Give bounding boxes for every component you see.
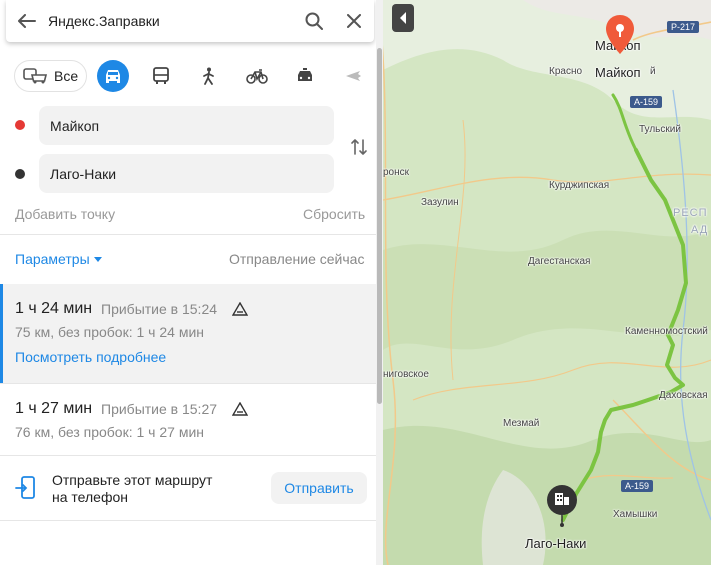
taxi-icon: [298, 68, 313, 81]
reset-link[interactable]: Сбросить: [303, 206, 365, 222]
mode-walk-button[interactable]: [193, 60, 225, 92]
mode-all-label: Все: [54, 68, 79, 84]
swap-icon: [351, 139, 367, 155]
search-icon: [305, 12, 323, 30]
map-label: Каменномостский: [625, 326, 708, 337]
mode-taxi-button[interactable]: [289, 60, 321, 92]
departure-time[interactable]: Отправление сейчас: [229, 251, 364, 267]
mode-bike-button[interactable]: [241, 60, 273, 92]
back-button[interactable]: [6, 14, 48, 28]
selected-indicator: [0, 284, 3, 383]
to-dot-icon: [15, 169, 25, 179]
mode-all-button[interactable]: Все: [14, 60, 88, 92]
waypoint-to: [15, 169, 25, 179]
bicycle-icon: [246, 69, 268, 84]
route-panel: Яндекс.Заправки Все Майкоп Лаго-Наки Доб…: [0, 0, 376, 565]
route-duration: 1 ч 24 мин: [15, 300, 93, 317]
road-shield: А-159: [630, 96, 663, 108]
send-text: Отправьте этот маршрут на телефон: [52, 472, 252, 506]
mode-bus-button[interactable]: [145, 60, 177, 92]
search-button[interactable]: [294, 12, 334, 30]
close-button[interactable]: [334, 14, 374, 28]
map-label: ронск: [383, 167, 410, 178]
map-label: Лаго-Наки: [525, 536, 587, 551]
start-pin-icon[interactable]: [546, 484, 578, 528]
send-text-line1: Отправьте этот маршрут: [52, 472, 213, 488]
multimodal-icon: [23, 68, 48, 84]
map-label: Курджипская: [549, 180, 610, 191]
plane-icon: [346, 71, 362, 81]
map-label: ниговское: [383, 369, 429, 380]
scrollbar-thumb[interactable]: [377, 48, 382, 404]
route-option-2[interactable]: 1 ч 27 мин Прибытие в 15:27 76 км, без п…: [0, 384, 376, 455]
mode-plane-button[interactable]: [337, 60, 369, 92]
warning-icon: [232, 402, 248, 416]
route-details: 75 км, без пробок: 1 ч 24 мин: [15, 324, 204, 340]
route-arrival: Прибытие в 15:24: [101, 301, 218, 317]
destination-pin-icon[interactable]: [605, 14, 635, 56]
route-details: 76 км, без пробок: 1 ч 27 мин: [15, 424, 204, 440]
map-label: Хамышки: [613, 509, 658, 520]
parameters-dropdown[interactable]: Параметры: [15, 251, 102, 267]
pedestrian-icon: [203, 67, 215, 85]
search-title[interactable]: Яндекс.Заправки: [48, 13, 294, 29]
car-icon: [106, 70, 121, 83]
route-more-link[interactable]: Посмотреть подробнее: [15, 349, 166, 365]
chevron-left-icon: [400, 12, 406, 24]
search-bar: Яндекс.Заправки: [6, 0, 374, 42]
from-dot-icon: [15, 120, 25, 130]
send-to-phone: Отправьте этот маршрут на телефон Отправ…: [0, 456, 376, 520]
map-label: Зазулин: [421, 197, 459, 208]
add-point-link[interactable]: Добавить точку: [15, 206, 115, 222]
map-label: Тульский: [639, 124, 681, 135]
map-label: й: [650, 66, 656, 77]
map-canvas: [383, 0, 711, 565]
warning-icon: [232, 302, 248, 316]
arrow-left-icon: [18, 14, 36, 28]
route-arrival: Прибытие в 15:27: [101, 401, 218, 417]
close-icon: [347, 14, 361, 28]
to-field[interactable]: Лаго-Наки: [39, 154, 334, 193]
road-shield: Р-217: [667, 21, 700, 33]
map-label: Даховская: [659, 390, 708, 401]
route-option-1[interactable]: 1 ч 24 мин Прибытие в 15:24 75 км, без п…: [0, 284, 376, 383]
map-label: АД: [691, 224, 709, 236]
from-field[interactable]: Майкоп: [39, 106, 334, 145]
map-label: Красно: [549, 66, 583, 77]
swap-button[interactable]: [346, 134, 372, 160]
parameters-label: Параметры: [15, 251, 90, 267]
send-button[interactable]: Отправить: [271, 472, 367, 504]
map-label: Майкоп: [595, 65, 641, 80]
route-duration: 1 ч 27 мин: [15, 400, 93, 417]
map-label: РЕСП: [673, 207, 708, 219]
map-label: Дагестанская: [528, 256, 591, 267]
send-text-line2: на телефон: [52, 489, 128, 505]
road-shield: А-159: [621, 480, 654, 492]
mode-car-button[interactable]: [97, 60, 130, 92]
divider: [0, 234, 376, 235]
caret-down-icon: [93, 256, 102, 262]
transport-modes: Все: [14, 60, 369, 92]
divider: [0, 520, 376, 521]
waypoint-from: [15, 120, 25, 130]
collapse-panel-button[interactable]: [392, 4, 414, 32]
phone-send-icon: [15, 476, 35, 499]
map[interactable]: Майкоп Красно Майкоп й Р-217 А-159 Тульс…: [383, 0, 711, 565]
map-label: Мезмай: [503, 418, 540, 429]
bus-icon: [153, 67, 170, 84]
